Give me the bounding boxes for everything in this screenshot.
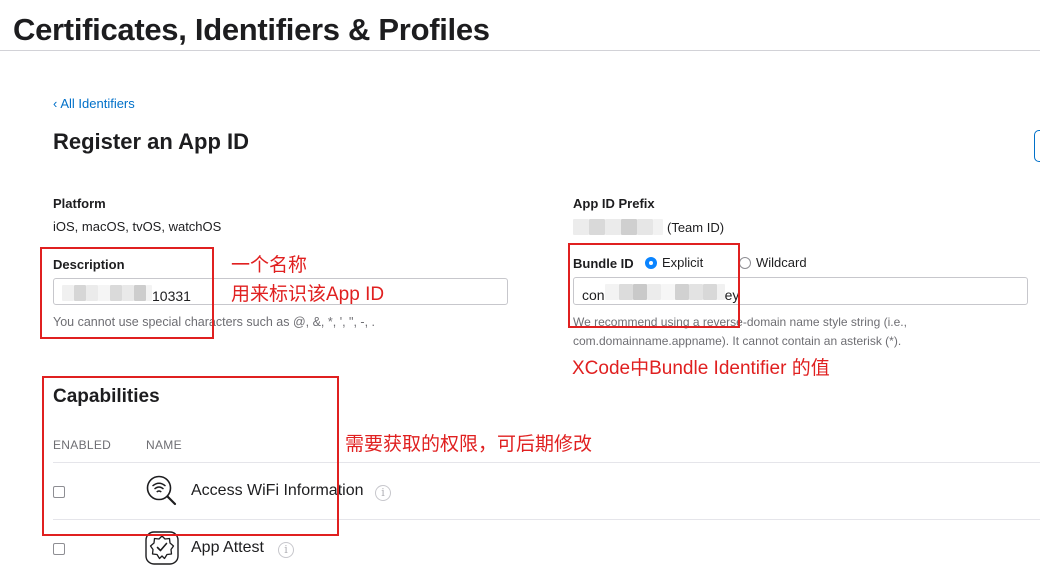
section-title: Register an App ID [53,129,249,154]
app-id-prefix-value: (Team ID) [573,219,724,235]
annotation-box-bundle-id [568,243,740,328]
annotation-box-capabilities [42,376,339,536]
back-link-label: All Identifiers [60,96,135,111]
radio-wildcard-label: Wildcard [756,255,807,270]
attest-badge-icon [145,531,179,565]
page-title: Certificates, Identifiers & Profiles [13,12,490,47]
annotation-name-line2: 用来标识该App ID [231,284,385,305]
redacted-team-id [573,219,663,235]
radio-unselected-icon [739,256,751,269]
chevron-left-icon: ‹ [53,96,58,111]
continue-button[interactable] [1034,130,1040,162]
header-divider [0,50,1040,51]
team-id-suffix: (Team ID) [667,219,725,235]
info-icon[interactable]: i [375,485,391,501]
back-to-identifiers-link[interactable]: ‹ All Identifiers [53,96,135,111]
annotation-bundle-note: XCode中Bundle Identifier 的值 [572,358,830,379]
annotation-capabilities-note: 需要获取的权限，可后期修改 [345,434,593,455]
bundle-id-hint-line2: com.domainname.appname). It cannot conta… [573,334,902,348]
platform-value: iOS, macOS, tvOS, watchOS [53,219,222,234]
annotation-name-line1: 一个名称 [231,255,308,276]
annotation-box-description [40,247,214,339]
platform-label: Platform [53,196,106,211]
info-icon[interactable]: i [278,542,294,558]
capability-name: App Attest [191,539,264,556]
radio-wildcard[interactable]: Wildcard [739,255,807,270]
enable-app-attest-checkbox[interactable] [53,543,65,555]
app-id-prefix-label: App ID Prefix [573,196,655,211]
